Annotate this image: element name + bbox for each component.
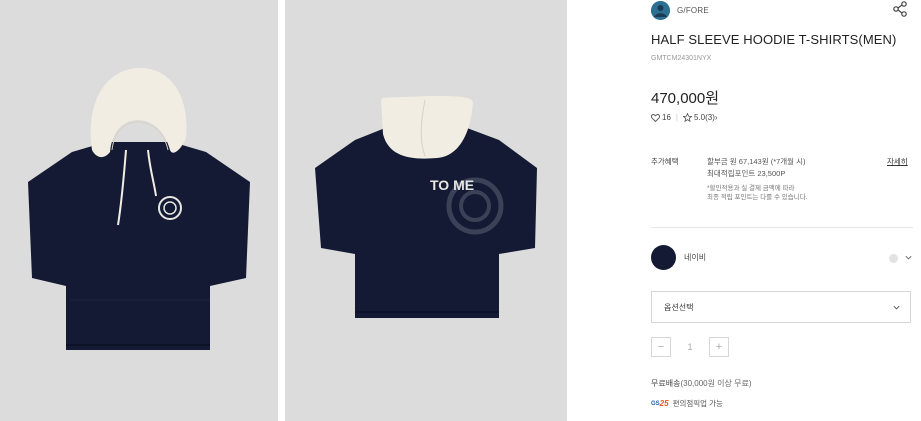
product-title: HALF SLEEVE HOODIE T-SHIRTS(MEN) [651,32,897,47]
shipping-info: 무료배송(30,000원 이상 무료) [651,378,752,389]
product-price: 470,000원 [651,90,720,107]
star-icon [682,113,692,122]
brand-row[interactable]: G/FORE [651,0,709,20]
hoodie-back-illustration: TO ME [315,96,537,318]
share-icon[interactable] [891,0,909,18]
quantity-value[interactable]: 1 [671,342,709,352]
pickup-info: GS 25 편의점픽업 가능 [651,398,723,409]
color-selector[interactable]: 네이비 [651,245,921,271]
rating-value: 5.0 [693,113,706,122]
quantity-increase-button[interactable]: + [709,337,729,357]
benefit-note-1: *할인적용과 실 결제 금액에 따라 [707,185,795,192]
brand-logo [651,0,670,20]
gs25-logo: GS 25 [651,399,669,408]
quantity-decrease-button[interactable]: − [651,337,671,357]
divider [651,227,913,228]
benefit-note-2: 최종 적립 포인트는 다를 수 있습니다. [707,194,808,201]
color-swatch-navy[interactable] [651,245,676,270]
like-button[interactable]: 16 [651,113,671,122]
installment-info: 할부금 원 67,143원 (*7개월 시) [707,157,806,166]
benefit-body: 할부금 원 67,143원 (*7개월 시) 최대적립포인트 23,500P *… [707,156,887,202]
chevron-down-icon [893,305,900,310]
shipping-label: 무료배송 [651,379,681,388]
review-count: (3) [705,113,715,122]
review-link[interactable]: 5.0 (3) › [682,113,718,122]
like-count: 16 [662,113,671,122]
benefit-label: 추가혜택 [651,157,679,166]
color-indicator-dot [889,254,898,263]
product-stats: 16 | 5.0 (3) › [651,113,718,122]
heart-icon [651,113,660,122]
pickup-label: 편의점픽업 가능 [672,399,723,408]
option-select[interactable]: 옵션선택 [651,291,911,323]
benefit-detail-link[interactable]: 자세히 [887,156,908,167]
hoodie-front-illustration [28,67,250,350]
chevron-down-icon[interactable] [904,253,913,262]
color-name: 네이비 [684,253,707,262]
max-points-info: 최대적립포인트 23,500P [707,169,786,178]
chevron-right-icon: › [714,113,718,122]
product-image-front[interactable] [0,0,278,421]
product-image-back[interactable]: TO ME [285,0,567,421]
back-graphic-text: TO ME [430,177,474,193]
gs-logo-number: 25 [659,399,669,408]
option-select-label: 옵션선택 [664,303,694,312]
product-detail-panel: G/FORE HALF SLEEVE HOODIE T-SHIRTS(MEN) … [651,0,921,421]
shipping-note: (30,000원 이상 무료) [680,379,752,388]
quantity-stepper: − 1 + [651,337,729,357]
gs-logo-text: GS [651,400,660,407]
product-code: GMTCM24301NYX [651,55,712,62]
brand-name: G/FORE [677,5,709,15]
